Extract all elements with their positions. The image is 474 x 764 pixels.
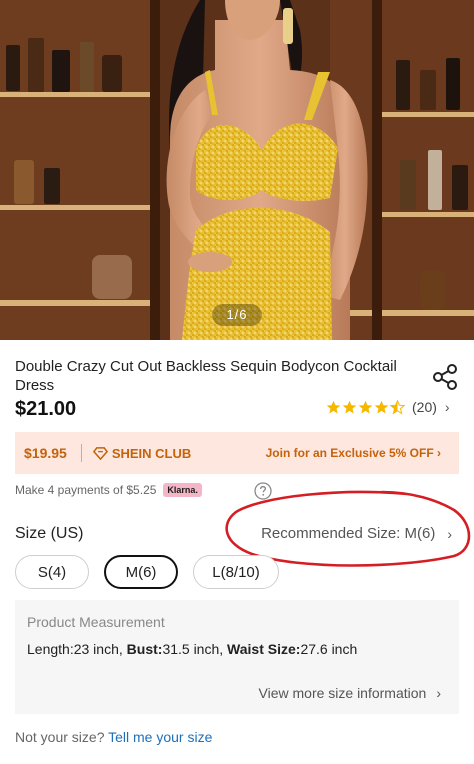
chevron-right-icon: › (436, 685, 441, 701)
image-counter: 1/6 (212, 304, 262, 326)
club-price: $19.95 (24, 445, 67, 461)
star-icon (358, 400, 373, 413)
size-options: S(4) M(6) L(8/10) (15, 555, 279, 589)
waist-label: Waist Size: (227, 641, 301, 657)
bust-label: Bust: (126, 641, 163, 657)
bust-value: 31.5 inch, (162, 641, 224, 657)
club-join-link[interactable]: Join for an Exclusive 5% OFF › (266, 446, 441, 460)
share-icon[interactable] (430, 362, 460, 392)
product-title: Double Crazy Cut Out Backless Sequin Bod… (15, 358, 397, 394)
club-name: SHEIN CLUB (111, 445, 192, 461)
fit-finder: Not your size? Tell me your size (15, 729, 212, 745)
waist-value: 27.6 inch (300, 641, 358, 657)
product-price: $21.00 (15, 398, 77, 420)
view-more-size-label: View more size information (258, 685, 427, 701)
length-value: 23 inch, (73, 641, 123, 657)
installment-info: Make 4 payments of $5.25 Klarna. (15, 483, 202, 497)
product-image[interactable]: 1/6 (0, 0, 474, 340)
size-option-m[interactable]: M(6) (104, 555, 178, 589)
star-half-icon (390, 399, 405, 415)
recommended-size-text: Recommended Size: M(6) (261, 525, 436, 542)
star-icon (374, 400, 389, 413)
divider (80, 444, 82, 462)
star-icon (326, 400, 341, 413)
length-label: Length: (27, 641, 74, 657)
shein-club-banner[interactable]: $19.95 SHEIN CLUB Join for an Exclusive … (15, 432, 459, 474)
measurement-values: Length:23 inch, Bust:31.5 inch, Waist Si… (27, 641, 357, 657)
recommended-size-link[interactable]: Recommended Size: M(6) › (261, 525, 452, 542)
fit-question: Not your size? (15, 729, 105, 745)
star-icon (342, 400, 357, 413)
installment-text: Make 4 payments of $5.25 (15, 483, 157, 497)
klarna-badge: Klarna. (163, 483, 202, 497)
review-count: (20) (412, 399, 437, 415)
chevron-right-icon: › (437, 446, 441, 460)
measurement-title: Product Measurement (27, 614, 165, 630)
club-join-label: Join for an Exclusive 5% OFF (265, 446, 434, 460)
chevron-right-icon: › (447, 525, 452, 542)
product-measurement-panel: Product Measurement Length:23 inch, Bust… (15, 600, 459, 714)
product-photo (0, 0, 474, 340)
view-more-size-link[interactable]: View more size information › (259, 685, 441, 701)
tell-me-your-size-link[interactable]: Tell me your size (108, 729, 212, 745)
rating-stars (326, 399, 405, 415)
size-label: Size (US) (15, 525, 84, 542)
size-option-l[interactable]: L(8/10) (193, 555, 279, 589)
size-option-s[interactable]: S(4) (15, 555, 89, 589)
chevron-right-icon: › (444, 399, 450, 415)
product-rating[interactable]: (20) › (326, 399, 450, 415)
shein-club-logo-icon (92, 446, 108, 460)
